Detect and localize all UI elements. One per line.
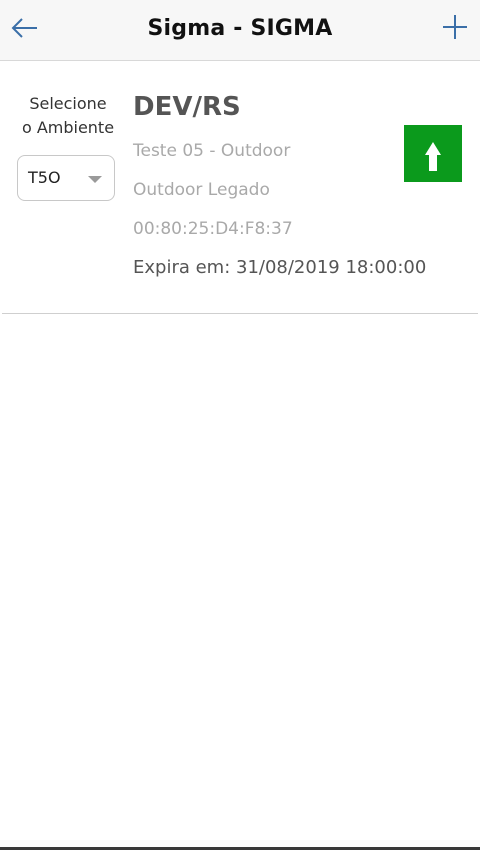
environment-label: Selecione o Ambiente <box>14 92 122 140</box>
upload-button[interactable] <box>404 125 462 182</box>
plus-icon <box>443 15 467 39</box>
arrow-up-icon <box>425 142 441 171</box>
device-name: DEV/RS <box>133 92 241 122</box>
device-type: Outdoor Legado <box>133 180 270 200</box>
card-divider <box>2 313 478 314</box>
device-mac-address: 00:80:25:D4:F8:37 <box>133 219 293 239</box>
chevron-down-icon <box>88 176 102 183</box>
environment-label-line2: o Ambiente <box>21 118 115 137</box>
device-expiry: Expira em: 31/08/2019 18:00:00 <box>133 257 427 278</box>
environment-select[interactable]: T5O <box>17 155 115 201</box>
environment-label-line1: Selecione <box>29 94 107 113</box>
device-description: Teste 05 - Outdoor <box>133 141 291 161</box>
app-header: Sigma - SIGMA <box>0 0 480 61</box>
environment-select-value: T5O <box>28 168 61 187</box>
add-button[interactable] <box>442 14 468 40</box>
page-title: Sigma - SIGMA <box>147 16 333 41</box>
device-card: Selecione o Ambiente T5O DEV/RS Teste 05… <box>0 62 480 314</box>
